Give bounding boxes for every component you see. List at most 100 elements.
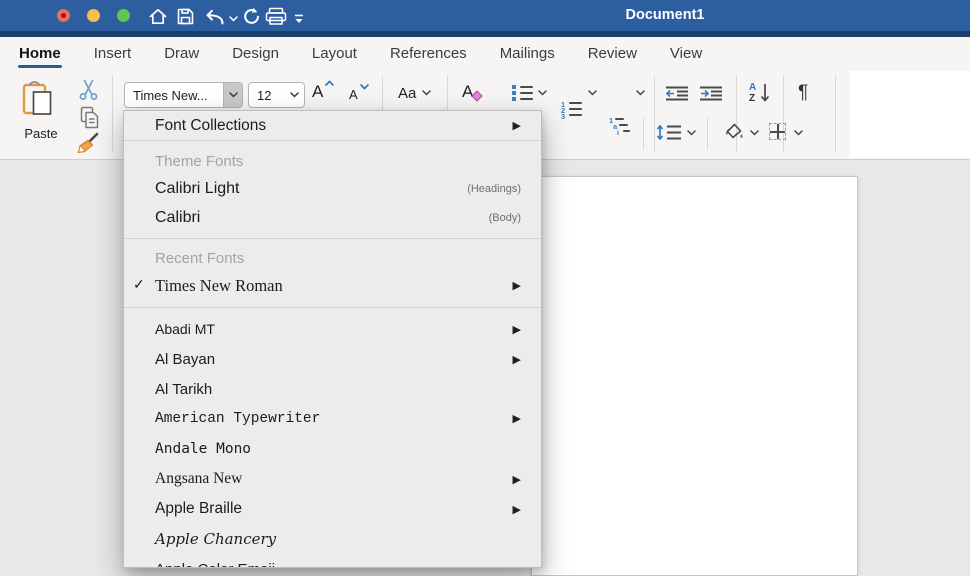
bullets-button[interactable]: [512, 85, 533, 101]
group-separator: [835, 76, 836, 152]
font-name-value: Times New...: [125, 88, 223, 103]
group-separator: [112, 76, 113, 152]
copy-icon: [80, 106, 99, 129]
print-icon[interactable]: [265, 5, 287, 27]
menu-item-apple-chancery[interactable]: Apple Chancery: [124, 524, 541, 554]
clipboard-paste-icon: [22, 80, 54, 120]
increase-indent-button[interactable]: [700, 86, 722, 106]
line-spacing-icon: [656, 124, 682, 141]
cut-button[interactable]: [79, 79, 98, 106]
home-icon[interactable]: [148, 5, 168, 27]
paste-button[interactable]: [22, 80, 58, 124]
clear-formatting-button[interactable]: A: [462, 83, 473, 102]
chevron-up-icon: [325, 80, 334, 86]
undo-icon[interactable]: [201, 5, 226, 27]
paint-bucket-icon: [724, 122, 744, 142]
change-case-button[interactable]: Aa: [398, 85, 416, 102]
menu-item-abadi-mt[interactable]: Abadi MT ▶: [124, 314, 541, 344]
menu-item-al-tarikh[interactable]: Al Tarikh: [124, 374, 541, 404]
menu-item-apple-color-emoji[interactable]: Apple Color Emoji: [124, 554, 541, 568]
group-separator: [654, 76, 655, 152]
menu-section-recent-fonts: Recent Fonts: [124, 239, 541, 271]
format-painter-button[interactable]: [77, 132, 100, 160]
indent-left-icon: [666, 86, 688, 101]
group-separator: [643, 118, 644, 150]
group-separator: [783, 76, 784, 152]
multilevel-list-button[interactable]: 1 a i: [609, 117, 630, 133]
menu-item-andale-mono[interactable]: Andale Mono: [124, 434, 541, 464]
submenu-arrow-icon: ▶: [513, 503, 521, 516]
menu-item-calibri[interactable]: Calibri (Body): [124, 203, 541, 232]
tab-layout[interactable]: Layout: [311, 39, 358, 68]
tab-design[interactable]: Design: [231, 39, 280, 68]
menu-item-angsana-new[interactable]: Angsana New ▶: [124, 464, 541, 494]
ribbon-tab-bar: Home Insert Draw Design Layout Reference…: [0, 37, 970, 70]
font-name-combo[interactable]: Times New...: [124, 82, 243, 108]
tab-draw[interactable]: Draw: [163, 39, 200, 68]
title-bar: Document1: [0, 0, 970, 31]
borders-button[interactable]: [769, 123, 786, 140]
sort-button[interactable]: A Z: [749, 82, 773, 106]
copy-button[interactable]: [80, 106, 99, 134]
submenu-arrow-icon: ▶: [513, 119, 521, 132]
indent-right-icon: [700, 86, 722, 101]
submenu-arrow-icon: ▶: [513, 323, 521, 336]
submenu-arrow-icon: ▶: [513, 353, 521, 366]
borders-chevron-icon[interactable]: [794, 130, 803, 136]
checkmark-icon: ✓: [133, 277, 145, 294]
tab-home[interactable]: Home: [18, 39, 62, 68]
tab-review[interactable]: Review: [587, 39, 638, 68]
shrink-font-button[interactable]: A: [349, 86, 358, 104]
paintbrush-icon: [77, 132, 100, 155]
font-dropdown-menu: Font Collections ▶ Theme Fonts Calibri L…: [123, 110, 542, 568]
tab-mailings[interactable]: Mailings: [499, 39, 556, 68]
document-page[interactable]: [531, 176, 858, 576]
repeat-icon[interactable]: [241, 5, 261, 27]
submenu-arrow-icon: ▶: [513, 412, 521, 426]
submenu-arrow-icon: ▶: [513, 279, 521, 292]
show-paragraph-marks-button[interactable]: ¶: [798, 82, 808, 104]
quick-access-overflow-icon[interactable]: [293, 8, 305, 30]
menu-section-theme-fonts: Theme Fonts: [124, 141, 541, 174]
menu-item-american-typewriter[interactable]: American Typewriter ▶: [124, 404, 541, 434]
styles-gallery: AaBbCcDdEe Normal: [850, 71, 970, 158]
font-size-dropdown-chevron-icon[interactable]: [285, 83, 304, 107]
numbering-chevron-icon[interactable]: [588, 90, 597, 96]
line-spacing-button[interactable]: [656, 124, 682, 146]
grow-font-button[interactable]: A: [312, 83, 323, 102]
font-usage-tag: (Headings): [467, 183, 521, 195]
paste-label: Paste: [14, 126, 68, 141]
save-icon[interactable]: [177, 5, 194, 27]
font-name-dropdown-chevron-icon[interactable]: [223, 83, 242, 107]
zoom-window-button[interactable]: [117, 9, 130, 22]
tab-view[interactable]: View: [669, 39, 703, 68]
decrease-indent-button[interactable]: [666, 86, 688, 106]
multilevel-chevron-icon[interactable]: [636, 90, 645, 96]
submenu-arrow-icon: ▶: [513, 473, 521, 486]
numbering-button[interactable]: 1 2 3: [561, 101, 582, 117]
document-title: Document1: [600, 7, 730, 23]
group-separator: [707, 118, 708, 150]
chevron-down-icon: [360, 84, 369, 90]
bullets-chevron-icon[interactable]: [538, 90, 547, 96]
tab-insert[interactable]: Insert: [93, 39, 133, 68]
minimize-window-button[interactable]: [87, 9, 100, 22]
font-size-combo[interactable]: 12: [248, 82, 305, 108]
menu-item-apple-braille[interactable]: Apple Braille ▶: [124, 494, 541, 524]
menu-item-calibri-light[interactable]: Calibri Light (Headings): [124, 174, 541, 203]
menu-item-times-new-roman[interactable]: ✓ Times New Roman ▶: [124, 271, 541, 300]
font-size-value: 12: [249, 88, 285, 103]
arrow-down-icon: [760, 83, 770, 104]
menu-item-font-collections[interactable]: Font Collections ▶: [124, 111, 541, 140]
menu-spacer: [124, 300, 541, 307]
shading-chevron-icon[interactable]: [750, 130, 759, 136]
font-usage-tag: (Body): [489, 212, 521, 224]
chevron-down-icon: [422, 90, 431, 96]
shading-button[interactable]: [724, 122, 744, 147]
close-window-button[interactable]: [57, 9, 70, 22]
menu-item-al-bayan[interactable]: Al Bayan ▶: [124, 344, 541, 374]
undo-menu-chevron-icon[interactable]: [229, 8, 238, 30]
tab-references[interactable]: References: [389, 39, 468, 68]
line-spacing-chevron-icon[interactable]: [687, 130, 696, 136]
menu-separator: [124, 307, 541, 308]
